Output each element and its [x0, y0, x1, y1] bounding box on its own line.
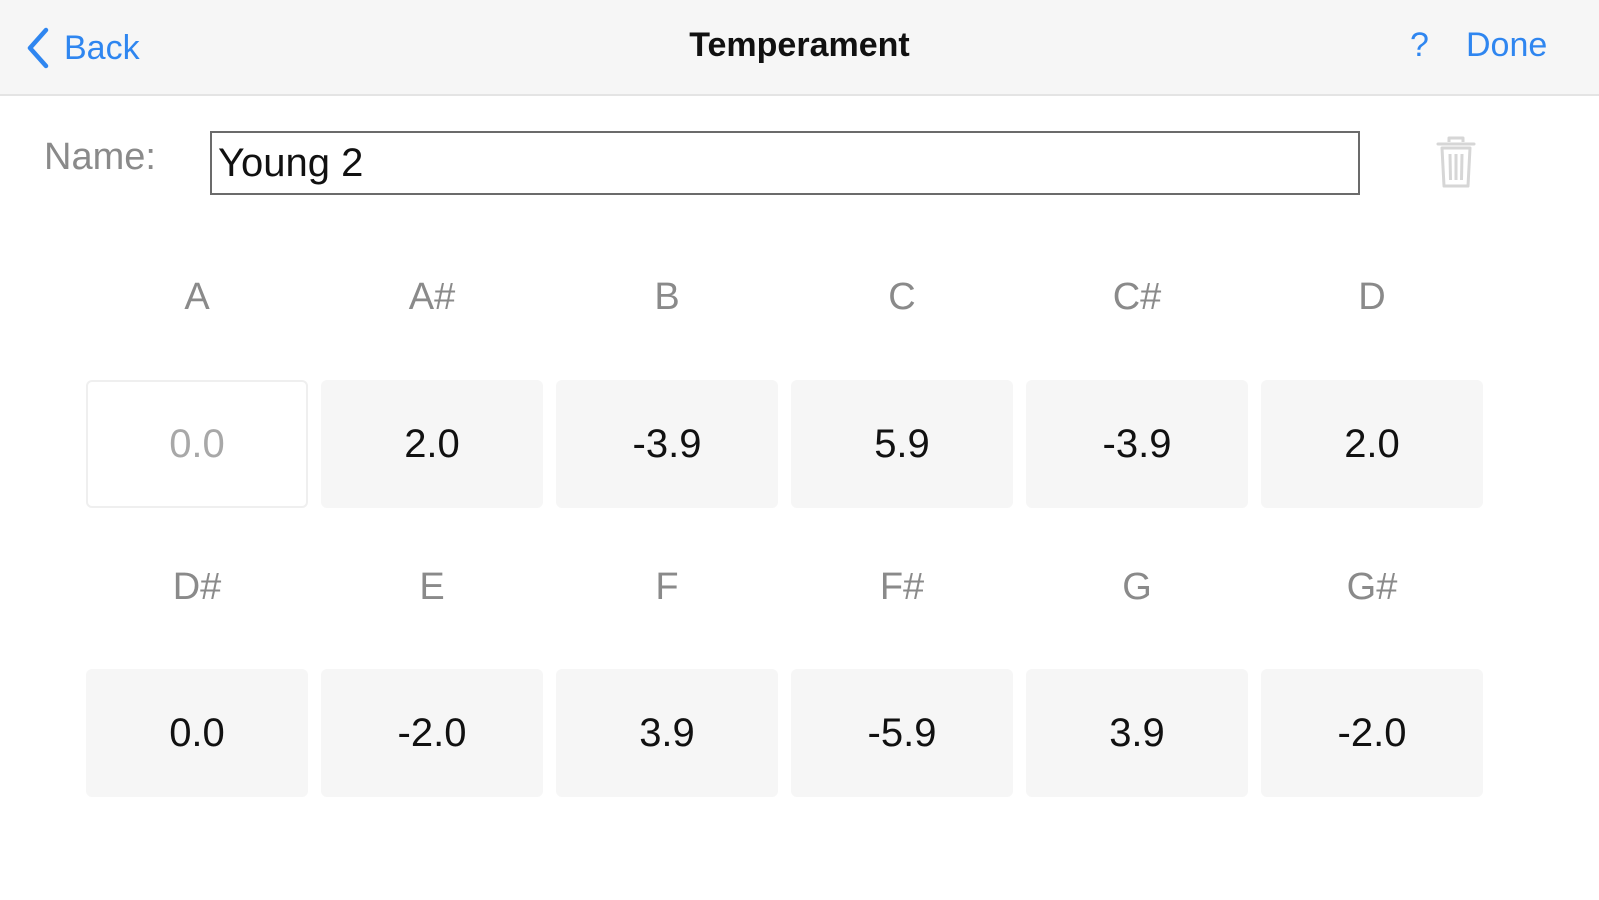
note-label-a: A [184, 276, 210, 318]
note-label-b: B [654, 276, 680, 318]
done-button[interactable]: Done [1466, 26, 1547, 65]
offset-cell-f[interactable]: 3.9 [556, 669, 778, 797]
help-button[interactable]: ? [1410, 26, 1429, 65]
back-label: Back [64, 28, 140, 67]
note-label-c: C [888, 276, 916, 318]
note-label-d-sharp: D# [172, 566, 222, 608]
offset-cell-a-sharp[interactable]: 2.0 [321, 380, 543, 508]
chevron-left-icon [27, 27, 49, 69]
offset-cell-e[interactable]: -2.0 [321, 669, 543, 797]
note-label-d: D [1358, 276, 1386, 318]
offset-cell-c[interactable]: 5.9 [791, 380, 1013, 508]
offset-cell-a: 0.0 [86, 380, 308, 508]
navigation-bar: Back Temperament ? Done [0, 0, 1599, 96]
offset-cell-g-sharp[interactable]: -2.0 [1261, 669, 1483, 797]
page-title: Temperament [689, 26, 910, 64]
name-label: Name: [44, 136, 156, 178]
name-input[interactable] [210, 131, 1360, 195]
trash-icon[interactable] [1434, 134, 1478, 190]
offset-cell-b[interactable]: -3.9 [556, 380, 778, 508]
offset-cell-g[interactable]: 3.9 [1026, 669, 1248, 797]
note-label-f: F [655, 566, 679, 608]
note-label-a-sharp: A# [408, 276, 456, 318]
note-label-f-sharp: F# [879, 566, 925, 608]
note-label-g: G [1122, 566, 1152, 608]
offset-cell-f-sharp[interactable]: -5.9 [791, 669, 1013, 797]
offset-cell-d[interactable]: 2.0 [1261, 380, 1483, 508]
note-label-g-sharp: G# [1346, 566, 1398, 608]
offset-cell-c-sharp[interactable]: -3.9 [1026, 380, 1248, 508]
note-label-c-sharp: C# [1112, 276, 1162, 318]
back-button[interactable]: Back [26, 24, 140, 72]
offset-cell-d-sharp[interactable]: 0.0 [86, 669, 308, 797]
note-label-e: E [419, 566, 445, 608]
